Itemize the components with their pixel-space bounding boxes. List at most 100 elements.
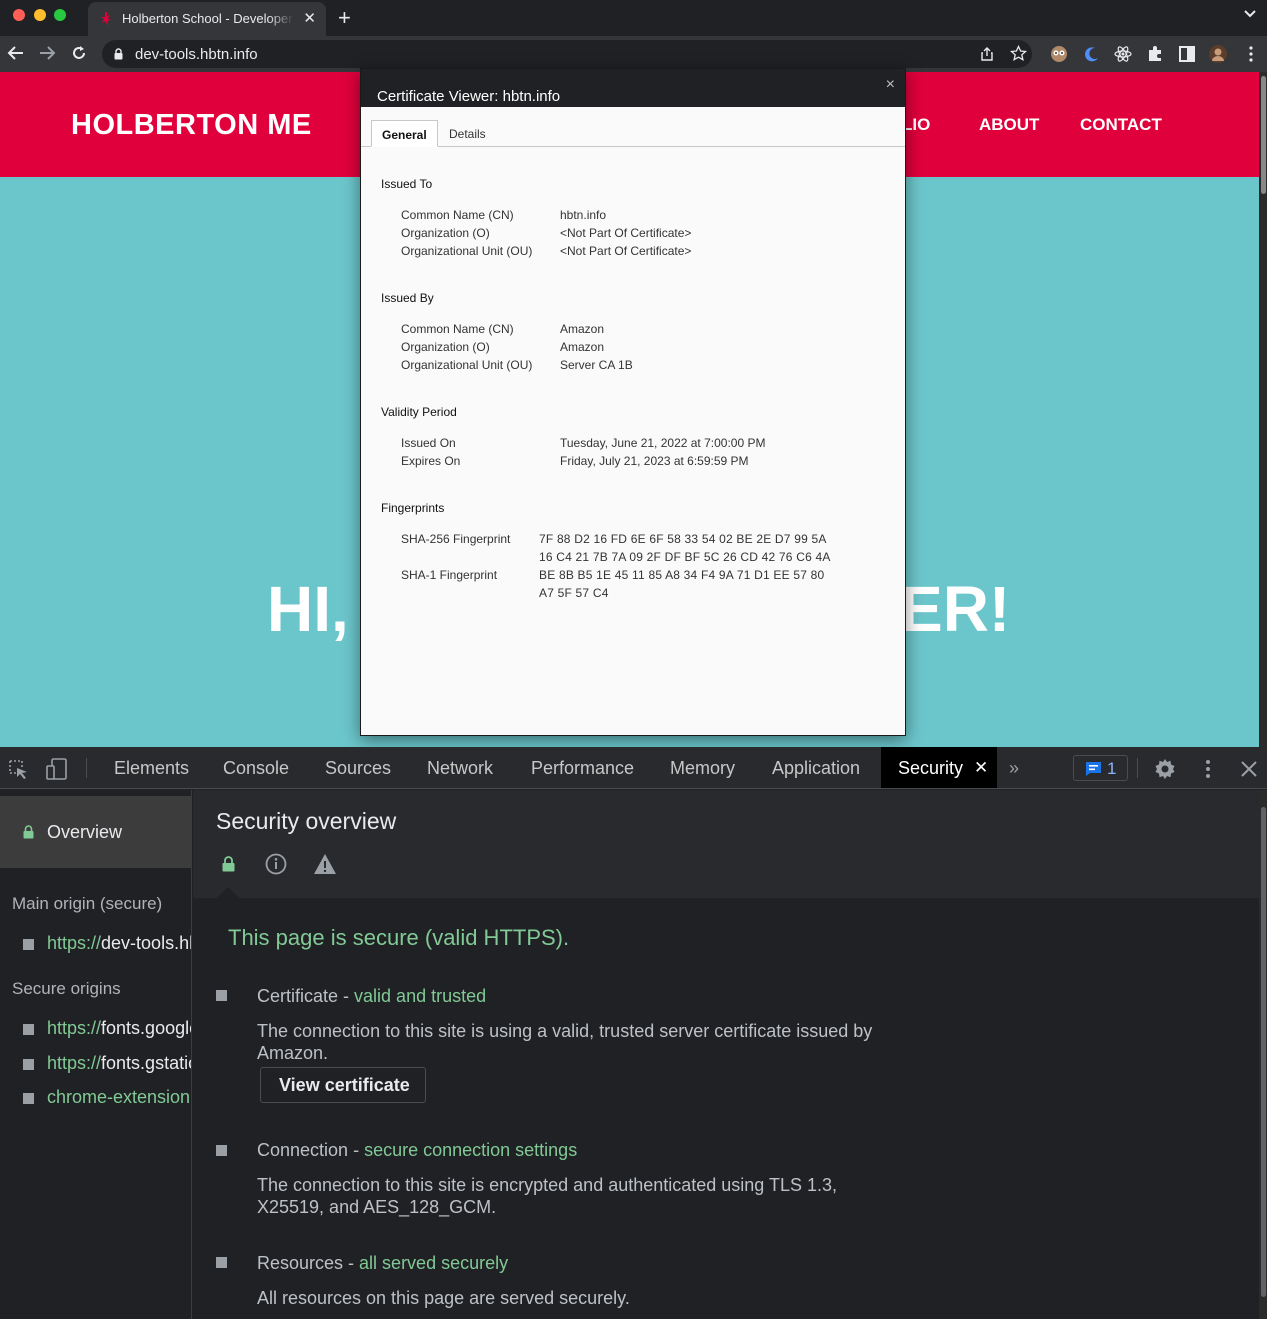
security-overview-panel: Security overview This page is secure (v… <box>193 790 1259 1319</box>
issues-count: 1 <box>1107 759 1117 778</box>
reload-icon[interactable] <box>70 44 88 62</box>
resources-explanation-title: Resources - all served securely <box>257 1253 508 1274</box>
tab-performance[interactable]: Performance <box>531 758 634 779</box>
origin-status-icon <box>23 939 34 950</box>
tab-close-icon[interactable]: ✕ <box>303 9 316 27</box>
connection-description: The connection to this site is encrypted… <box>257 1175 838 1217</box>
tab-title: Holberton School - Developer Tools <box>122 11 294 26</box>
certificate-status-icon <box>216 990 227 1001</box>
nav-link-portfolio[interactable]: LIO <box>902 115 930 135</box>
extensions-puzzle-icon[interactable] <box>1146 45 1164 63</box>
origin-status-icon <box>23 1059 34 1070</box>
devtools-scrollbar-thumb[interactable] <box>1261 807 1266 1297</box>
browser-menu-icon[interactable] <box>1242 45 1260 63</box>
sidebar-item-main-origin[interactable]: https://dev-tools.hbtn.info <box>23 933 191 955</box>
more-tabs-icon[interactable]: » <box>1009 758 1019 779</box>
tab-memory[interactable]: Memory <box>670 758 735 779</box>
settings-gear-icon[interactable] <box>1154 758 1176 780</box>
site-logo[interactable]: HOLBERTON ME <box>71 109 312 142</box>
nav-link-contact[interactable]: CONTACT <box>1080 115 1162 135</box>
tab-details[interactable]: Details <box>439 120 496 147</box>
lock-icon[interactable] <box>114 48 123 60</box>
issued-by-cn-label: Common Name (CN) <box>401 322 514 336</box>
profile-avatar[interactable] <box>1209 45 1227 63</box>
issued-by-cn-value: Amazon <box>560 322 605 336</box>
close-tab-icon[interactable]: ✕ <box>974 758 988 778</box>
issued-to-cn-label: Common Name (CN) <box>401 208 514 222</box>
forward-icon[interactable] <box>38 44 56 62</box>
view-certificate-button[interactable]: View certificate <box>260 1067 426 1103</box>
minimize-window-button[interactable] <box>34 9 46 21</box>
share-icon[interactable] <box>979 46 995 62</box>
maximize-window-button[interactable] <box>54 9 66 21</box>
secure-lock-icon <box>222 856 235 872</box>
hero-heading-right: ER! <box>900 573 1011 645</box>
back-icon[interactable] <box>7 44 25 62</box>
devtools-tabbar: Elements Console Sources Network Perform… <box>0 747 1267 789</box>
bookmark-star-icon[interactable] <box>1010 45 1027 62</box>
extension-origin-text: chrome-extension:// <box>47 1087 192 1107</box>
issues-chat-icon <box>1086 762 1101 776</box>
browser-tabstrip: Holberton School - Developer Tools ✕ + <box>0 0 1267 36</box>
sidebar-item-extension-origin[interactable]: chrome-extension:// <box>23 1087 192 1109</box>
close-icon[interactable]: × <box>886 76 895 94</box>
origin-scheme: https:// <box>47 1018 102 1038</box>
tab-elements[interactable]: Elements <box>114 758 189 779</box>
issues-counter-button[interactable]: 1 <box>1073 755 1128 781</box>
sha256-label: SHA-256 Fingerprint <box>401 532 511 546</box>
tab-console[interactable]: Console <box>223 758 289 779</box>
react-devtools-icon[interactable] <box>1114 45 1132 63</box>
certificate-tabs: General Details <box>361 107 905 147</box>
issued-by-ou-value: Server CA 1B <box>560 358 633 372</box>
sha1-value-line-2: A7 5F 57 C4 <box>539 586 609 600</box>
info-icon <box>265 853 287 875</box>
nav-link-about[interactable]: ABOUT <box>979 115 1039 135</box>
connection-status-icon <box>216 1145 227 1156</box>
tab-security[interactable]: Security ✕ <box>881 747 997 788</box>
certificate-viewer-titlebar: Certificate Viewer: hbtn.info × <box>361 69 905 107</box>
extension-face-icon[interactable] <box>1050 45 1068 63</box>
address-bar[interactable]: dev-tools.hbtn.info <box>102 40 1032 68</box>
side-panel-icon[interactable] <box>1178 45 1196 63</box>
device-toolbar-icon[interactable] <box>46 758 68 780</box>
issued-to-heading: Issued To <box>381 177 433 191</box>
validity-heading: Validity Period <box>381 405 457 419</box>
sha256-value-line-2: 16 C4 21 7B 7A 09 2F DF BF 5C 26 CD 42 7… <box>539 550 831 564</box>
summary-pointer <box>217 887 239 898</box>
sidebar-item-overview[interactable]: Overview <box>0 796 191 868</box>
hero-heading-left: HI, <box>267 573 349 645</box>
resources-status: all served securely <box>359 1253 509 1273</box>
extension-moon-icon[interactable] <box>1083 45 1101 63</box>
tab-search-chevron-icon[interactable] <box>1243 7 1257 21</box>
sha1-label: SHA-1 Fingerprint <box>401 568 498 582</box>
sidebar-item-secure-origin[interactable]: https://fonts.googleapis.com <box>23 1018 191 1040</box>
new-tab-icon[interactable]: + <box>338 5 351 31</box>
resources-label: Resources - <box>257 1253 360 1273</box>
main-origin-heading: Main origin (secure) <box>12 894 163 913</box>
tab-application[interactable]: Application <box>772 758 860 779</box>
security-summary-header: Security overview <box>193 790 1259 898</box>
certificate-explanation-title: Certificate - valid and trusted <box>257 986 486 1007</box>
browser-toolbar: dev-tools.hbtn.info <box>0 36 1267 72</box>
customize-menu-icon[interactable] <box>1197 758 1219 780</box>
certificate-viewer-dialog: Certificate Viewer: hbtn.info × General … <box>360 68 906 736</box>
page-scrollbar-thumb[interactable] <box>1261 76 1266 194</box>
expires-on-label: Expires On <box>401 454 461 468</box>
resources-status-icon <box>216 1257 227 1268</box>
browser-tab[interactable]: Holberton School - Developer Tools ✕ <box>88 2 326 36</box>
issued-by-heading: Issued By <box>381 291 434 305</box>
view-certificate-label: View certificate <box>279 1075 410 1095</box>
certificate-status: valid and trusted <box>354 986 487 1006</box>
issued-by-o-label: Organization (O) <box>401 340 490 354</box>
security-sidebar: Overview Main origin (secure) https://de… <box>0 790 192 1319</box>
origin-host: dev-tools.hbtn.info <box>101 933 191 953</box>
tab-network[interactable]: Network <box>427 758 493 779</box>
inspect-element-icon[interactable] <box>7 758 29 780</box>
issued-to-ou-value: <Not Part Of Certificate> <box>560 244 692 258</box>
connection-explanation-title: Connection - secure connection settings <box>257 1140 577 1161</box>
close-window-button[interactable] <box>13 9 25 21</box>
close-devtools-icon[interactable] <box>1238 758 1260 780</box>
tab-sources[interactable]: Sources <box>325 758 391 779</box>
tab-general[interactable]: General <box>371 120 438 147</box>
sidebar-item-secure-origin[interactable]: https://fonts.gstatic.com <box>23 1053 191 1075</box>
